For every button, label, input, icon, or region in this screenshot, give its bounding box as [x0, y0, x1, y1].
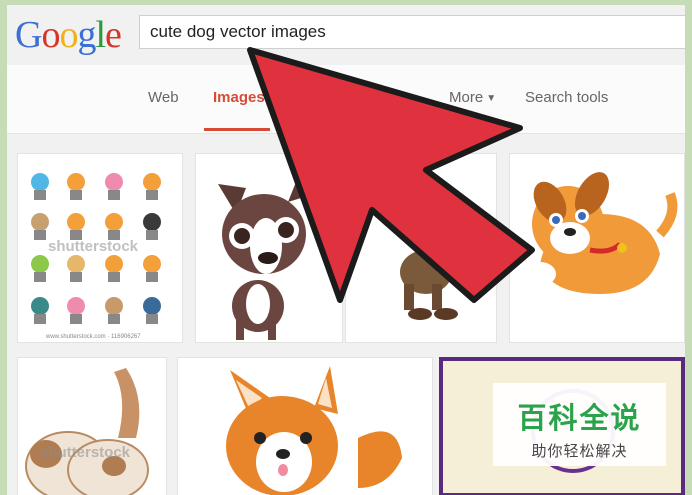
pointer-arrow-icon — [247, 47, 535, 303]
